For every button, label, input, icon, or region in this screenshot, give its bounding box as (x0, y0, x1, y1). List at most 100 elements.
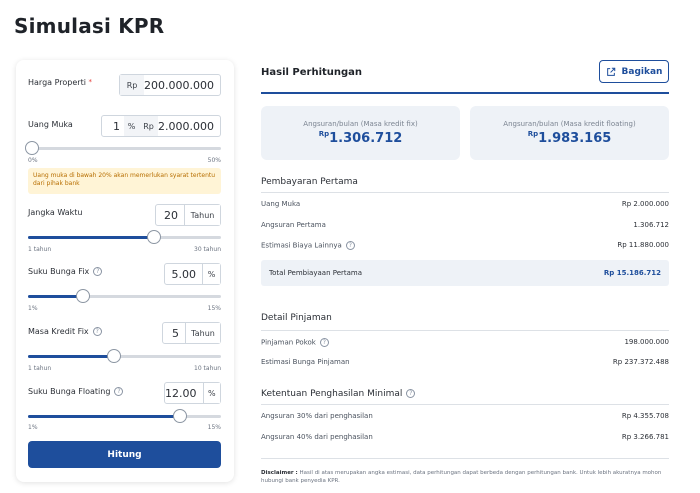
uang-muka-label: Uang Muka (28, 120, 73, 129)
help-icon[interactable]: ? (406, 389, 416, 398)
total-label: Total Pembiayaan Pertama (269, 269, 363, 277)
disclaimer-text: Hasil di atas merupakan angka estimasi, … (261, 470, 662, 484)
table-row: Estimasi Bunga Pinjaman Rp 237.372.488 (261, 358, 669, 366)
penghasilan-title: Ketentuan Penghasilan Minimal? (261, 389, 416, 399)
row-value: 198.000.000 (624, 338, 669, 346)
suku-bunga-floating-field: 12.00 % (164, 382, 221, 404)
angsuran-fix-card: Angsuran/bulan (Masa kredit fix) Rp1.306… (261, 106, 460, 160)
suku-bunga-floating-slider[interactable] (28, 409, 221, 423)
range-max: 10 tahun (194, 365, 221, 372)
disclaimer: Disclaimer : Hasil di atas merupakan ang… (261, 469, 671, 485)
uang-muka-percent-input[interactable]: 1 (102, 116, 124, 136)
row-label: Estimasi Biaya Lainnya (261, 241, 342, 250)
page-title: Simulasi KPR (14, 14, 165, 38)
table-row: Uang Muka Rp 2.000.000 (261, 200, 669, 208)
hitung-button[interactable]: Hitung (28, 441, 221, 468)
help-icon[interactable]: ? (93, 267, 103, 276)
slider-handle[interactable] (106, 349, 121, 363)
divider (261, 192, 669, 193)
angsuran-floating-label: Angsuran/bulan (Masa kredit floating) (503, 120, 636, 128)
suku-bunga-floating-range: 1% 15% (28, 424, 221, 431)
row-label-with-help: Pinjaman Pokok? (261, 338, 329, 347)
form-card: Harga Properti * Rp 200.000.000 Uang Muk… (16, 60, 234, 482)
currency-label: Rp (318, 130, 330, 138)
slider-handle[interactable] (147, 230, 162, 244)
suku-bunga-fix-label: Suku Bunga Fix? (28, 267, 103, 276)
slider-handle[interactable] (76, 289, 91, 303)
uang-muka-input[interactable]: 2.000.000 (158, 116, 220, 136)
angsuran-fix-amount: Rp1.306.712 (261, 130, 460, 146)
table-row: Angsuran 40% dari penghasilan Rp 3.266.7… (261, 433, 669, 441)
suku-bunga-fix-label-text: Suku Bunga Fix (28, 267, 90, 276)
row-label: Angsuran 30% dari penghasilan (261, 412, 373, 420)
jangka-waktu-slider[interactable] (28, 230, 221, 244)
share-icon (606, 67, 615, 76)
percent-unit: % (202, 264, 220, 284)
suku-bunga-fix-range: 1% 15% (28, 305, 221, 312)
masa-kredit-fix-label: Masa Kredit Fix? (28, 327, 102, 336)
masa-kredit-fix-slider[interactable] (28, 349, 221, 363)
harga-properti-input[interactable]: 200.000.000 (144, 75, 220, 95)
range-max: 30 tahun (194, 246, 221, 253)
uang-muka-field: 1 % Rp 2.000.000 (101, 115, 221, 137)
table-row: Pinjaman Pokok? 198.000.000 (261, 338, 669, 347)
suku-bunga-floating-input[interactable]: 12.00 (165, 383, 203, 403)
row-value: Rp 237.372.488 (612, 358, 669, 366)
harga-properti-field[interactable]: Rp 200.000.000 (119, 74, 221, 96)
suku-bunga-fix-input[interactable]: 5.00 (165, 264, 202, 284)
row-label: Angsuran Pertama (261, 221, 326, 229)
row-value: Rp 11.880.000 (617, 241, 669, 249)
pembayaran-pertama-title: Pembayaran Pertama (261, 177, 358, 187)
masa-kredit-fix-input[interactable]: 5 (163, 323, 185, 343)
row-label-with-help: Estimasi Biaya Lainnya? (261, 241, 355, 250)
row-label: Estimasi Bunga Pinjaman (261, 358, 350, 366)
percent-unit: % (124, 116, 140, 136)
range-max: 50% (207, 157, 221, 164)
required-mark: * (88, 78, 92, 86)
help-icon[interactable]: ? (319, 338, 329, 347)
slider-fill (28, 355, 114, 358)
row-label: Angsuran 40% dari penghasilan (261, 433, 373, 441)
row-value: 1.306.712 (633, 221, 669, 229)
help-icon[interactable]: ? (345, 241, 355, 250)
masa-kredit-fix-field: 5 Tahun (162, 322, 221, 344)
uang-muka-slider[interactable] (24, 141, 221, 155)
angsuran-floating-value: 1.983.165 (538, 131, 612, 146)
jangka-waktu-range: 1 tahun 30 tahun (28, 246, 221, 253)
bagikan-label: Bagikan (621, 66, 663, 77)
jangka-waktu-field: 20 Tahun (155, 204, 221, 226)
jangka-waktu-input[interactable]: 20 (156, 205, 184, 225)
range-min: 1 tahun (28, 365, 52, 372)
range-min: 1 tahun (28, 246, 52, 253)
range-max: 15% (207, 305, 221, 312)
angsuran-floating-card: Angsuran/bulan (Masa kredit floating) Rp… (470, 106, 669, 160)
help-icon[interactable]: ? (92, 327, 102, 336)
slider-fill (28, 415, 180, 418)
slider-handle[interactable] (172, 409, 187, 423)
table-row: Estimasi Biaya Lainnya? Rp 11.880.000 (261, 241, 669, 250)
jangka-waktu-label: Jangka Waktu (28, 208, 83, 217)
divider (261, 330, 669, 331)
total-value: Rp 15.186.712 (603, 269, 661, 277)
row-label: Uang Muka (261, 200, 301, 208)
row-value: Rp 2.000.000 (621, 200, 669, 208)
tahun-unit: Tahun (185, 323, 220, 343)
range-min: 0% (28, 157, 38, 164)
suku-bunga-floating-label-text: Suku Bunga Floating (28, 387, 111, 396)
bagikan-button[interactable]: Bagikan (599, 60, 669, 83)
range-min: 1% (28, 305, 38, 312)
tahun-unit: Tahun (184, 205, 220, 225)
help-icon[interactable]: ? (114, 387, 124, 396)
currency-label: Rp (527, 130, 539, 138)
divider (261, 92, 669, 94)
angsuran-fix-value: 1.306.712 (329, 131, 403, 146)
angsuran-floating-amount: Rp1.983.165 (470, 130, 669, 146)
row-value: Rp 4.355.708 (621, 412, 669, 420)
suku-bunga-floating-label: Suku Bunga Floating? (28, 387, 124, 396)
row-label: Pinjaman Pokok (261, 338, 316, 347)
harga-properti-label-text: Harga Properti (28, 78, 86, 87)
slider-handle[interactable] (24, 141, 39, 155)
range-max: 15% (207, 424, 221, 431)
suku-bunga-fix-slider[interactable] (28, 289, 221, 303)
total-pembiayaan-row: Total Pembiayaan Pertama Rp 15.186.712 (261, 260, 669, 286)
